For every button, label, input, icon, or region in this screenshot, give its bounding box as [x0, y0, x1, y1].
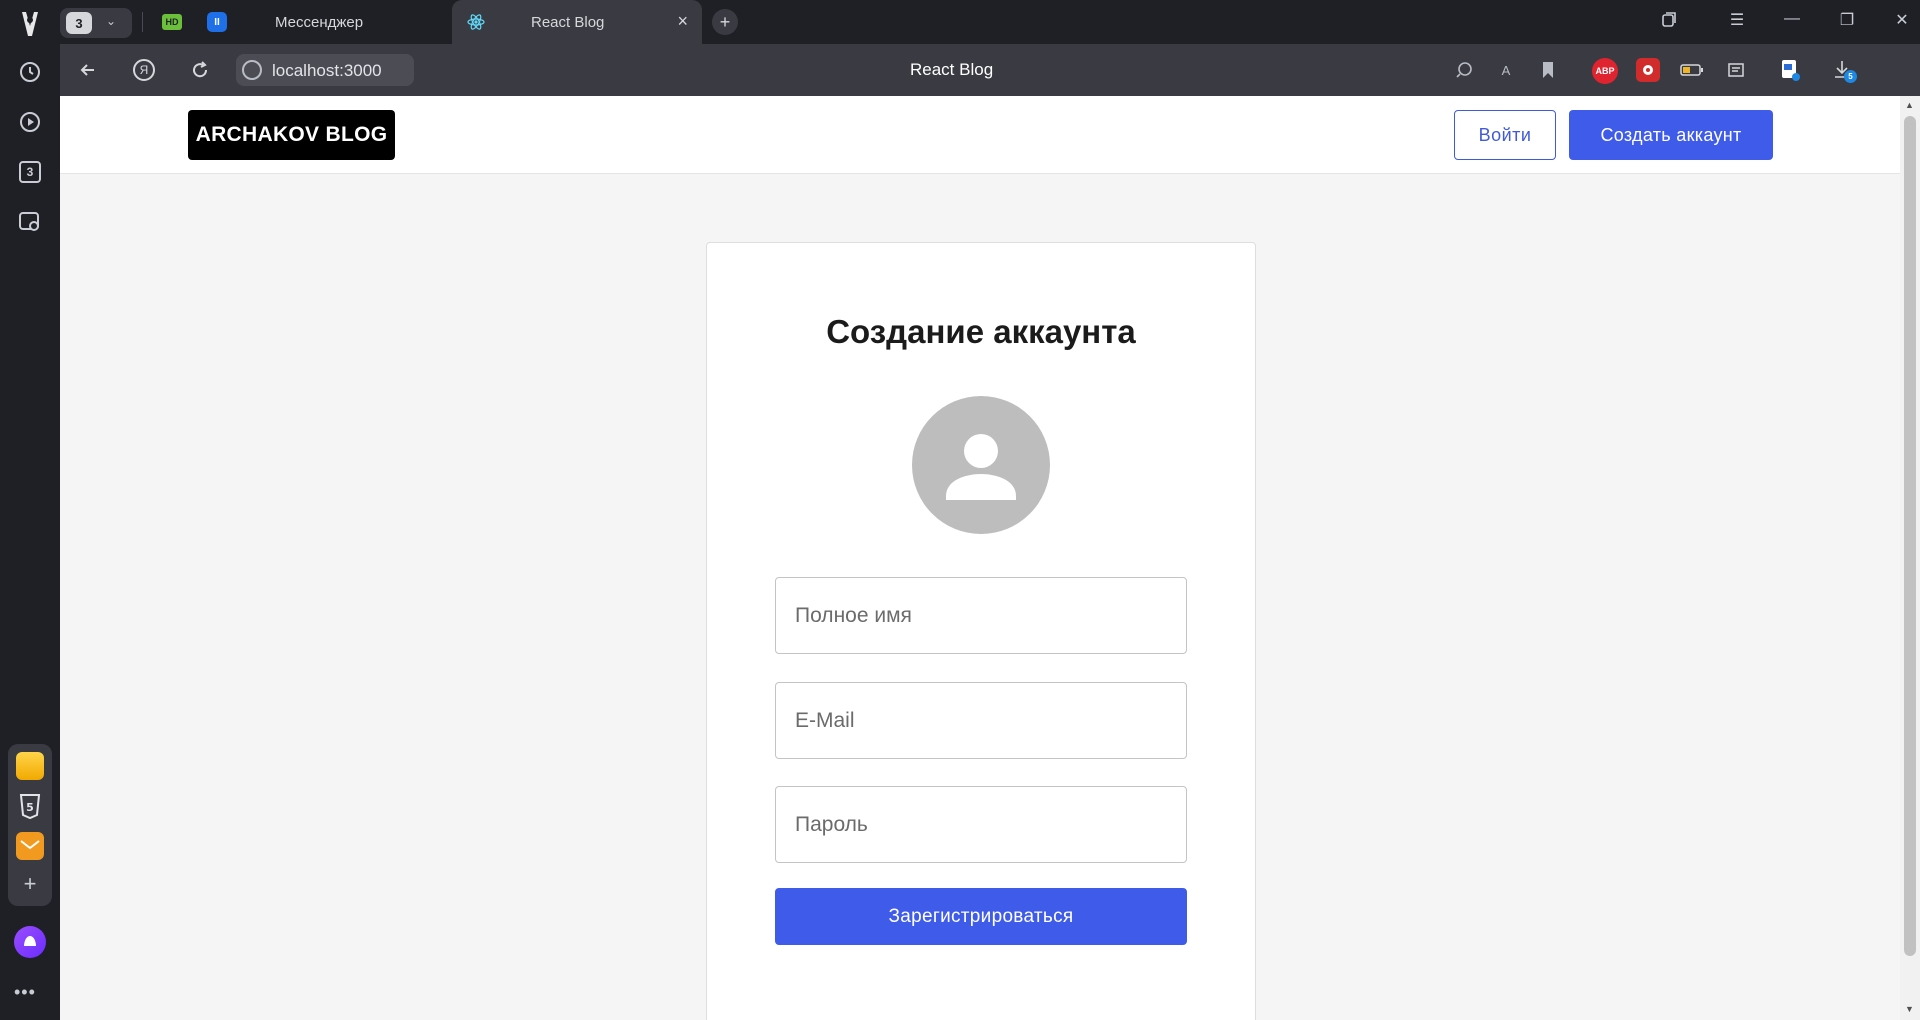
url-text: localhost:3000: [272, 61, 382, 80]
create-account-button[interactable]: Создать аккаунт: [1569, 110, 1773, 160]
tab-strip: 3 ⌄ HD II Мессенджер React Blog × + ☰ — …: [60, 0, 1920, 44]
tab-group-button[interactable]: 3 ⌄: [60, 8, 132, 38]
avatar-icon[interactable]: [912, 396, 1050, 534]
adblock-icon[interactable]: ABP: [1592, 58, 1618, 84]
site-header: ARCHAKOV BLOG Войти Создать аккаунт: [60, 96, 1900, 174]
email-field[interactable]: [775, 682, 1187, 759]
password-input[interactable]: [776, 787, 1186, 862]
scroll-down-icon[interactable]: ▼: [1905, 1004, 1914, 1014]
add-app-icon[interactable]: +: [16, 870, 44, 898]
page-viewport: ARCHAKOV BLOG Войти Создать аккаунт Созд…: [60, 96, 1900, 1020]
minimize-icon[interactable]: —: [1780, 10, 1804, 28]
history-icon[interactable]: [12, 54, 48, 90]
browser-sidebar: 3 5 + •••: [0, 0, 60, 1020]
email-input[interactable]: [776, 683, 1186, 758]
address-bar: Я localhost:3000 React Blog A ABP 5: [60, 44, 1920, 96]
restore-icon[interactable]: ❐: [1835, 10, 1859, 30]
tabs-count-label: 3: [19, 161, 41, 183]
battery-icon[interactable]: [1680, 58, 1704, 82]
yandex-letter: Я: [133, 59, 155, 81]
downloads-icon[interactable]: 5: [1830, 58, 1857, 83]
downloads-count-badge: 5: [1844, 70, 1857, 83]
register-button[interactable]: Зарегистрироваться: [775, 888, 1187, 945]
reload-icon[interactable]: [188, 58, 212, 82]
full-name-input[interactable]: [776, 578, 1186, 653]
doc-ext-icon[interactable]: [1778, 58, 1802, 82]
tab-react-blog[interactable]: React Blog ×: [452, 0, 702, 44]
tab-count-badge: 3: [66, 12, 92, 34]
close-icon[interactable]: ×: [677, 11, 688, 32]
notes-icon[interactable]: [1724, 58, 1748, 82]
scroll-up-icon[interactable]: ▲: [1905, 100, 1914, 110]
play-icon[interactable]: [12, 104, 48, 140]
translate-icon[interactable]: A: [1494, 58, 1518, 82]
hd-icon[interactable]: HD: [162, 14, 182, 30]
zoom-icon[interactable]: [1452, 58, 1476, 82]
mail-app-icon[interactable]: [16, 832, 44, 860]
site-logo[interactable]: ARCHAKOV BLOG: [188, 110, 395, 160]
browser-logo-icon[interactable]: [12, 6, 48, 42]
registration-card: Создание аккаунта Зарегистрироваться: [706, 242, 1256, 1020]
divider: [142, 12, 143, 32]
chevron-down-icon: ⌄: [106, 14, 117, 28]
password-field[interactable]: [775, 786, 1187, 863]
alice-icon[interactable]: [14, 926, 46, 958]
url-field[interactable]: localhost:3000: [236, 54, 414, 86]
yandex-icon[interactable]: Я: [132, 58, 156, 82]
screenshot-icon[interactable]: [12, 204, 48, 240]
form-title: Создание аккаунта: [826, 313, 1136, 350]
notes-app-icon[interactable]: [16, 752, 44, 780]
page-scrollbar[interactable]: ▲ ▼: [1900, 96, 1920, 1020]
more-icon[interactable]: •••: [14, 982, 36, 1003]
bookmark-icon[interactable]: [1536, 58, 1560, 82]
login-button[interactable]: Войти: [1454, 110, 1556, 160]
menu-icon[interactable]: ☰: [1725, 10, 1749, 30]
fire-ext-icon[interactable]: [1636, 58, 1660, 82]
collections-icon[interactable]: [1657, 10, 1681, 33]
window-close-icon[interactable]: ✕: [1890, 10, 1914, 30]
tab-label: Мессенджер: [275, 14, 364, 31]
new-tab-button[interactable]: +: [712, 9, 738, 35]
scrollbar-thumb[interactable]: [1904, 116, 1916, 956]
page-title: React Blog: [910, 60, 994, 79]
tabs-count-icon[interactable]: 3: [12, 154, 48, 190]
svg-text:5: 5: [26, 801, 34, 814]
react-icon: [466, 12, 486, 36]
sidebar-apps-panel: 5 +: [8, 744, 52, 906]
pause-icon[interactable]: II: [207, 12, 227, 32]
html5-icon[interactable]: 5: [16, 792, 44, 820]
tab-label: React Blog: [531, 14, 605, 31]
site-info-icon[interactable]: [242, 60, 262, 80]
back-icon[interactable]: [76, 58, 100, 82]
full-name-field[interactable]: [775, 577, 1187, 654]
